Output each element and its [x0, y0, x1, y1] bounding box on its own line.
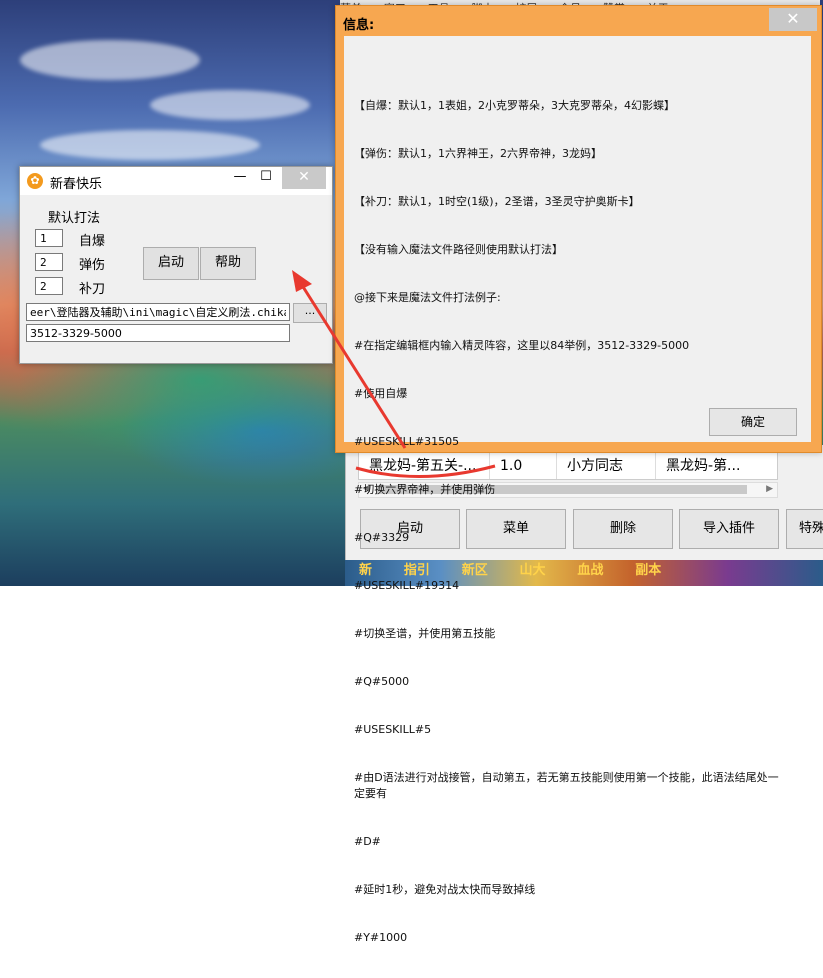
message-line: #USESKILL#5: [354, 723, 432, 736]
annotation-underline: [355, 464, 496, 478]
annotation-arrowhead-icon: [292, 270, 312, 292]
message-line: #由D语法进行对战接管，自动第五，若无第五技能则使用第一个技能，此语法结尾处一定…: [354, 771, 779, 800]
message-line: #Y#1000: [354, 931, 408, 944]
annotation-overlay: [292, 270, 496, 478]
message-line: #Q#5000: [354, 675, 410, 688]
message-line: #D#: [354, 835, 381, 848]
annotation-arrow-line: [298, 281, 407, 449]
message-line: #切换圣谱，并使用第五技能: [354, 627, 496, 640]
message-line: #延时1秒，避免对战太快而导致掉线: [354, 883, 536, 896]
